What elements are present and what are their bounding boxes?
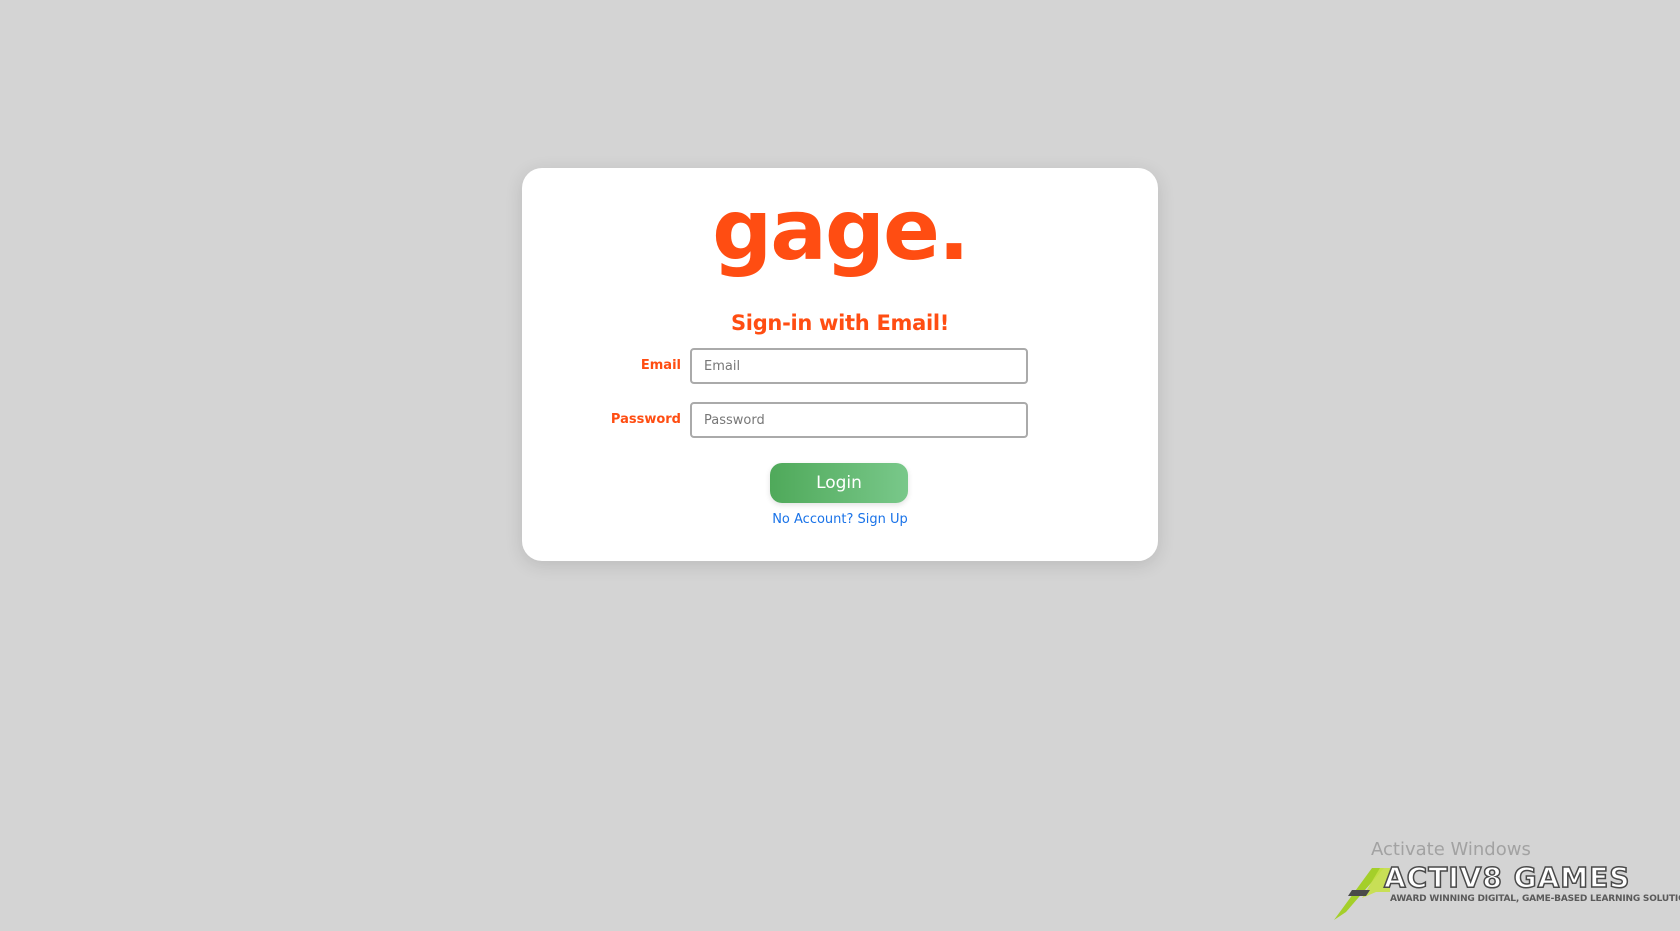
activ8-games-name: ACTIV8 GAMES <box>1383 861 1631 895</box>
activ8-games-watermark: ACTIV8 GAMES AWARD WINNING DIGITAL, GAME… <box>1332 861 1680 922</box>
signup-link[interactable]: No Account? Sign Up <box>522 511 1158 529</box>
activate-windows-watermark: Activate Windows <box>1371 839 1531 860</box>
login-card: gage. Sign-in with Email! Email Password… <box>522 168 1158 561</box>
email-label: Email <box>640 358 681 373</box>
email-input[interactable] <box>690 348 1028 384</box>
password-input[interactable] <box>690 402 1028 438</box>
gage-logo: gage. <box>712 181 970 279</box>
page: gage. Sign-in with Email! Email Password… <box>0 0 1680 931</box>
activ8-games-tagline: AWARD WINNING DIGITAL, GAME-BASED LEARNI… <box>1390 894 1680 904</box>
signin-heading: Sign-in with Email! <box>730 311 950 335</box>
password-label: Password <box>610 412 681 427</box>
login-button[interactable]: Login <box>770 463 908 503</box>
password-row: Password <box>522 402 1158 438</box>
email-row: Email <box>522 348 1158 384</box>
